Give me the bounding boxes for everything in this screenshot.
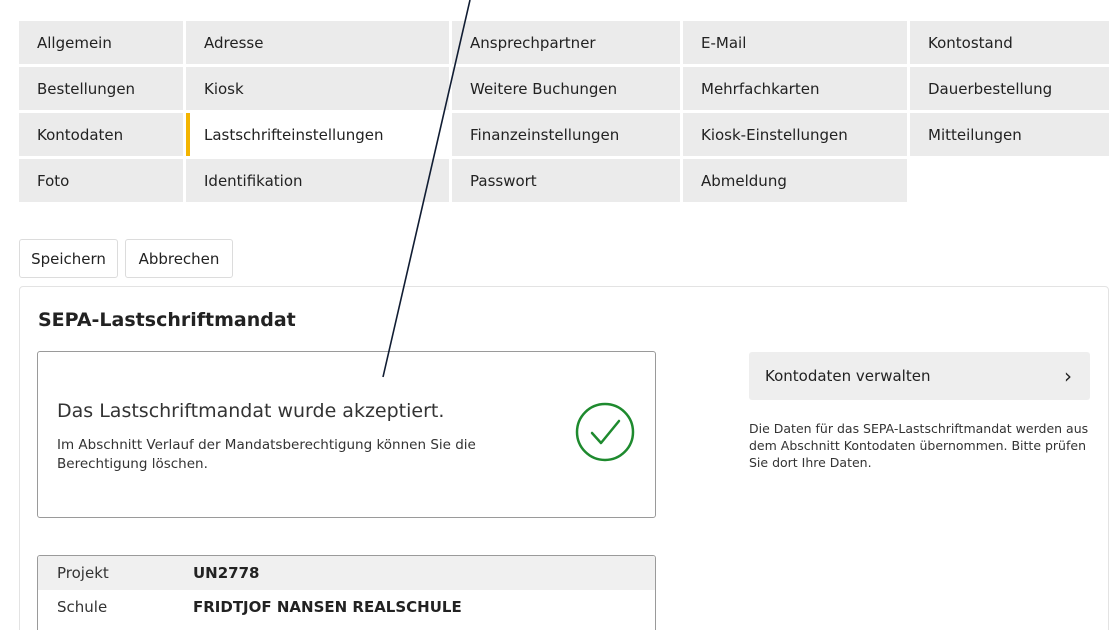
cancel-button[interactable]: Abbrechen: [125, 239, 233, 278]
tab-bestellungen[interactable]: Bestellungen: [19, 67, 183, 110]
tab-mehrfachkarten[interactable]: Mehrfachkarten: [683, 67, 907, 110]
tab-email[interactable]: E-Mail: [683, 21, 907, 64]
tab-adresse[interactable]: Adresse: [186, 21, 449, 64]
tab-navigation: Allgemein Adresse Ansprechpartner E-Mail…: [19, 21, 1109, 202]
tab-finanzeinstellungen[interactable]: Finanzeinstellungen: [452, 113, 680, 156]
tab-allgemein[interactable]: Allgemein: [19, 21, 183, 64]
row-value: UN2778: [193, 564, 260, 582]
chevron-right-icon: ›: [1064, 364, 1072, 388]
row-label: Projekt: [57, 564, 109, 582]
tab-ansprechpartner[interactable]: Ansprechpartner: [452, 21, 680, 64]
tab-kiosk[interactable]: Kiosk: [186, 67, 449, 110]
section-title: SEPA-Lastschriftmandat: [38, 309, 296, 331]
tab-weitere-buchungen[interactable]: Weitere Buchungen: [452, 67, 680, 110]
manage-account-label: Kontodaten verwalten: [765, 367, 931, 385]
tab-dauerbestellung[interactable]: Dauerbestellung: [910, 67, 1109, 110]
save-button[interactable]: Speichern: [19, 239, 118, 278]
tab-foto[interactable]: Foto: [19, 159, 183, 202]
tab-kontodaten[interactable]: Kontodaten: [19, 113, 183, 156]
tab-abmeldung[interactable]: Abmeldung: [683, 159, 907, 202]
tab-kiosk-einstellungen[interactable]: Kiosk-Einstellungen: [683, 113, 907, 156]
tab-kontostand[interactable]: Kontostand: [910, 21, 1109, 64]
tab-identifikation[interactable]: Identifikation: [186, 159, 449, 202]
row-value: FRIDTJOF NANSEN REALSCHULE: [193, 598, 462, 616]
status-description: Im Abschnitt Verlauf der Mandatsberechti…: [57, 437, 476, 472]
table-row: Schule FRIDTJOF NANSEN REALSCHULE: [38, 590, 655, 624]
manage-account-data-button[interactable]: Kontodaten verwalten ›: [749, 352, 1090, 400]
tab-lastschrifteinstellungen[interactable]: Lastschrifteinstellungen: [186, 113, 449, 156]
tab-passwort[interactable]: Passwort: [452, 159, 680, 202]
check-circle-icon: [575, 402, 635, 462]
status-title: Das Lastschriftmandat wurde akzeptiert.: [57, 400, 445, 422]
table-row: Projekt UN2778: [38, 556, 655, 590]
account-data-note: Die Daten für das SEPA-Lastschriftmandat…: [749, 421, 1089, 470]
row-label: Schule: [57, 598, 108, 616]
project-info-table: Projekt UN2778 Schule FRIDTJOF NANSEN RE…: [37, 555, 656, 630]
tab-mitteilungen[interactable]: Mitteilungen: [910, 113, 1109, 156]
mandate-status-box: Das Lastschriftmandat wurde akzeptiert. …: [37, 351, 656, 518]
